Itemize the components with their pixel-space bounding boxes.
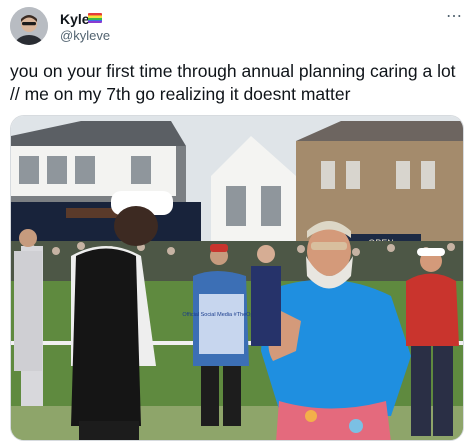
author-name[interactable]: Kyle <box>60 11 90 27</box>
golf-crowd-photo: OPEN <box>11 116 463 440</box>
more-options-icon[interactable]: ⋯ <box>446 6 463 26</box>
tweet-text: you on your first time through annual pl… <box>10 61 456 104</box>
official-media-bib: Official Social Media #TheOpen <box>182 312 259 318</box>
avatar-image <box>10 7 48 45</box>
author-handle[interactable]: @kyleve <box>60 28 110 43</box>
rainbow-flag-icon <box>88 13 102 23</box>
avatar[interactable] <box>10 7 48 45</box>
tweet-media-photo[interactable]: OPEN <box>10 115 464 441</box>
